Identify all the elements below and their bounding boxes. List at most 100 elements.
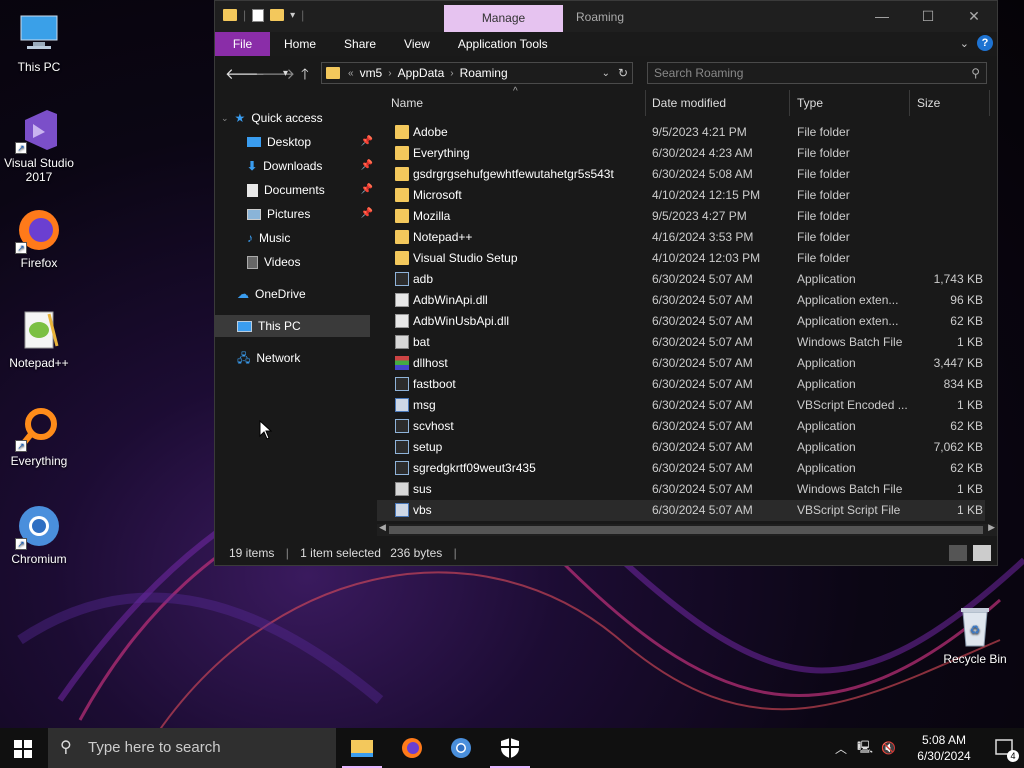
- nav-onedrive[interactable]: ☁ OneDrive: [237, 283, 369, 305]
- file-row[interactable]: scvhost 6/30/2024 5:07 AM Application 62 KB: [377, 416, 985, 437]
- tab-view[interactable]: View: [390, 37, 444, 51]
- tab-application-tools[interactable]: Application Tools: [444, 37, 562, 51]
- taskbar-search-box[interactable]: ⚲ Type here to search: [48, 728, 336, 768]
- file-row[interactable]: Microsoft 4/10/2024 12:15 PM File folder: [377, 185, 985, 206]
- star-icon: ★: [234, 111, 246, 125]
- navigation-bar: 🡐 🡒 ▾ 🡑 « vm5 › AppData › Roaming ⌄ ↻ Se…: [215, 56, 997, 90]
- start-button[interactable]: [14, 740, 32, 758]
- nav-desktop[interactable]: Desktop 📌: [247, 131, 373, 153]
- file-row[interactable]: setup 6/30/2024 5:07 AM Application 7,062 K…: [377, 437, 985, 458]
- taskbar-security[interactable]: [486, 728, 534, 768]
- network-icon: 🖧: [237, 351, 251, 365]
- pin-icon[interactable]: 📌: [361, 203, 373, 225]
- nav-videos[interactable]: Videos: [247, 251, 369, 273]
- file-row[interactable]: fastboot 6/30/2024 5:07 AM Application 834 …: [377, 374, 985, 395]
- app-file-icon: [395, 440, 409, 454]
- taskbar-chromium[interactable]: [437, 728, 485, 768]
- notification-center-button[interactable]: 4: [984, 728, 1024, 768]
- nav-quick-access[interactable]: ⌄ ★ Quick access: [221, 107, 371, 129]
- file-row[interactable]: dllhost 6/30/2024 5:07 AM Application 3,447…: [377, 353, 985, 374]
- maximize-button[interactable]: ☐: [905, 1, 951, 32]
- manage-context-tab[interactable]: Manage: [444, 5, 563, 32]
- tab-share[interactable]: Share: [330, 37, 390, 51]
- nav-pictures[interactable]: Pictures 📌: [247, 203, 373, 225]
- file-row[interactable]: vbs 6/30/2024 5:07 AM VBScript Script File…: [377, 500, 985, 521]
- column-header-name[interactable]: Name: [391, 90, 423, 116]
- scrollbar-thumb[interactable]: [389, 526, 983, 534]
- horizontal-scrollbar[interactable]: ◀ ▶: [377, 522, 997, 536]
- scroll-right-icon[interactable]: ▶: [988, 522, 995, 533]
- address-bar[interactable]: « vm5 › AppData › Roaming ⌄ ↻: [321, 62, 633, 84]
- taskbar-firefox[interactable]: [388, 728, 436, 768]
- file-row[interactable]: Mozilla 9/5/2023 4:27 PM File folder: [377, 206, 985, 227]
- file-row[interactable]: Everything 6/30/2024 4:23 AM File folder: [377, 143, 985, 164]
- large-icons-view-button[interactable]: [973, 545, 991, 561]
- breadcrumb-item[interactable]: Roaming: [460, 66, 508, 80]
- file-row[interactable]: msg 6/30/2024 5:07 AM VBScript Encoded ...…: [377, 395, 985, 416]
- file-row[interactable]: AdbWinApi.dll 6/30/2024 5:07 AM Applicatio…: [377, 290, 985, 311]
- nav-documents[interactable]: Documents 📌: [247, 179, 373, 201]
- breadcrumb-item[interactable]: AppData: [398, 66, 445, 80]
- details-view-button[interactable]: [949, 545, 967, 561]
- clock[interactable]: 5:08 AM 6/30/2024: [904, 732, 984, 764]
- taskbar-file-explorer[interactable]: [338, 728, 386, 768]
- pin-icon[interactable]: 📌: [361, 155, 373, 177]
- nav-network[interactable]: 🖧 Network: [237, 347, 369, 369]
- volume-muted-icon[interactable]: 🔇: [881, 741, 896, 755]
- nav-downloads[interactable]: ⬇ Downloads 📌: [247, 155, 373, 177]
- mouse-cursor-icon: [259, 420, 273, 440]
- file-row[interactable]: AdbWinUsbApi.dll 6/30/2024 5:07 AM Applica…: [377, 311, 985, 332]
- scroll-left-icon[interactable]: ◀: [379, 522, 386, 533]
- file-name: AdbWinApi.dll: [413, 293, 488, 307]
- chevron-down-icon[interactable]: ⌄: [602, 68, 610, 79]
- column-header-type[interactable]: Type: [797, 90, 823, 116]
- pin-icon[interactable]: 📌: [361, 179, 373, 201]
- file-date: 6/30/2024 5:07 AM: [652, 377, 753, 391]
- help-icon[interactable]: ?: [977, 35, 993, 51]
- desktop-icon-everything[interactable]: ↗ Everything: [0, 404, 78, 468]
- new-folder-icon[interactable]: [270, 9, 285, 21]
- desktop-icon-visual-studio[interactable]: ↗ Visual Studio 2017: [0, 106, 78, 184]
- nav-this-pc[interactable]: This PC: [215, 315, 370, 337]
- breadcrumb-overflow[interactable]: «: [348, 68, 354, 79]
- close-button[interactable]: ✕: [951, 1, 997, 32]
- pin-icon[interactable]: 📌: [361, 131, 373, 153]
- file-row[interactable]: Notepad++ 4/16/2024 3:53 PM File folder: [377, 227, 985, 248]
- breadcrumb-item[interactable]: vm5: [360, 66, 383, 80]
- up-arrow-icon[interactable]: 🡑: [301, 64, 309, 89]
- file-name: msg: [413, 398, 436, 412]
- cloud-icon: ☁: [237, 287, 249, 301]
- file-row[interactable]: sus 6/30/2024 5:07 AM Windows Batch File 1 …: [377, 479, 985, 500]
- minimize-button[interactable]: —: [859, 1, 905, 32]
- file-type: Windows Batch File: [797, 335, 903, 349]
- nav-music[interactable]: ♪ Music: [247, 227, 369, 249]
- refresh-icon[interactable]: ↻: [618, 66, 628, 80]
- file-date: 9/5/2023 4:21 PM: [652, 125, 747, 139]
- file-row[interactable]: sgredgkrtf09weut3r435 6/30/2024 5:07 AM Ap…: [377, 458, 985, 479]
- desktop-icon-this-pc[interactable]: This PC: [0, 10, 78, 74]
- firefox-icon: ↗: [15, 206, 63, 254]
- forward-arrow-icon[interactable]: 🡒: [255, 64, 295, 83]
- expand-ribbon-icon[interactable]: ⌄: [960, 37, 969, 50]
- file-row[interactable]: bat 6/30/2024 5:07 AM Windows Batch File 1 …: [377, 332, 985, 353]
- properties-icon[interactable]: [252, 8, 265, 22]
- file-row[interactable]: Visual Studio Setup 4/10/2024 12:03 PM Fil…: [377, 248, 985, 269]
- tab-home[interactable]: Home: [270, 37, 330, 51]
- recent-locations-icon[interactable]: ▾: [283, 68, 288, 79]
- tab-file[interactable]: File: [215, 32, 270, 56]
- network-status-icon[interactable]: 🖳: [857, 738, 873, 759]
- file-type: Windows Batch File: [797, 482, 903, 496]
- desktop-icon-notepad-plus-plus[interactable]: Notepad++: [0, 306, 78, 370]
- column-header-size[interactable]: Size: [917, 90, 940, 116]
- chevron-up-icon[interactable]: ︿: [835, 740, 847, 757]
- customize-toolbar-icon[interactable]: ▾: [290, 10, 295, 21]
- computer-icon: [237, 320, 252, 332]
- search-input[interactable]: Search Roaming ⚲: [647, 62, 987, 84]
- desktop-icon-chromium[interactable]: ↗ Chromium: [0, 502, 78, 566]
- desktop-icon-firefox[interactable]: ↗ Firefox: [0, 206, 78, 270]
- desktop-icon-recycle-bin[interactable]: ♻ Recycle Bin: [936, 602, 1014, 666]
- file-row[interactable]: gsdrgrgsehufgewhtfewutahetgr5s543t 6/30/2…: [377, 164, 985, 185]
- file-row[interactable]: adb 6/30/2024 5:07 AM Application 1,743 KB: [377, 269, 985, 290]
- column-header-date[interactable]: Date modified: [652, 90, 726, 116]
- file-row[interactable]: Adobe 9/5/2023 4:21 PM File folder: [377, 122, 985, 143]
